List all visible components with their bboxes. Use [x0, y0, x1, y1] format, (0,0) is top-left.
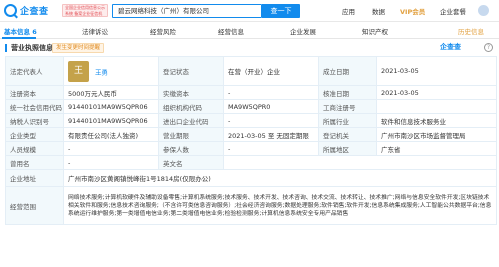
- tab-basic-info[interactable]: 基本信息 6: [4, 26, 37, 36]
- tab-development[interactable]: 企业发展: [290, 26, 316, 36]
- legal-rep-cell[interactable]: 王王勇: [63, 56, 159, 86]
- scope-text: 网络技术服务;计算机软硬件及辅助设备零售;计算机系统服务;技术服务、技术开发、技…: [68, 194, 492, 217]
- nav-apps[interactable]: 应用: [342, 6, 355, 16]
- industry-label: 所属行业: [318, 113, 377, 128]
- reg-capital-label: 注册资本: [5, 85, 64, 100]
- type-value: 有限责任公司(法人独资): [63, 127, 159, 142]
- tab-legal[interactable]: 法律诉讼: [82, 26, 108, 36]
- insured-value: -: [223, 141, 319, 156]
- search-button[interactable]: 查一下: [262, 4, 300, 18]
- imp-exp-label: 进出口企业代码: [158, 113, 224, 128]
- table-row: 人员规模 - 参保人数 - 所属地区 广东省: [5, 141, 497, 156]
- type-label: 企业类型: [5, 127, 64, 142]
- table-row: 纳税人识别号 91440101MA9W5QPR06 进出口企业代码 - 所属行业…: [5, 113, 497, 128]
- change-alert-tag[interactable]: 发生变更时间提醒: [52, 43, 105, 53]
- staff-label: 人员规模: [5, 141, 64, 156]
- tab-business-risk[interactable]: 经营风险: [150, 26, 176, 36]
- term-label: 营业期限: [158, 127, 224, 142]
- active-tab-indicator: [2, 37, 36, 39]
- status-value: 在营（开业）企业: [223, 56, 319, 86]
- english-name-label: 英文名: [158, 155, 224, 170]
- nav-enterprise-plan[interactable]: 企业套餐: [440, 6, 466, 16]
- nav-vip[interactable]: VIP会员: [400, 6, 425, 16]
- reg-capital-value: 5000万元人民币: [63, 85, 159, 100]
- table-row: 企业地址 广州市南沙区黄阁镇悦峰街1号1814房(仅限办公): [5, 169, 497, 187]
- address-value[interactable]: 广州市南沙区黄阁镇悦峰街1号1814房(仅限办公): [63, 169, 497, 187]
- org-code-label: 组织机构代码: [158, 99, 224, 114]
- founded-label: 成立日期: [318, 56, 377, 86]
- approval-label: 核准日期: [318, 85, 377, 100]
- table-row: 企业类型 有限责任公司(法人独资) 营业期限 2021-03-05 至 无固定期…: [5, 127, 497, 142]
- table-row: 经营范围 网络技术服务;计算机软硬件及辅助设备零售;计算机系统服务;技术服务、技…: [5, 186, 497, 225]
- former-name-label: 曾用名: [5, 155, 64, 170]
- site-logo[interactable]: 企查查: [4, 3, 49, 18]
- usci-label: 统一社会信用代码: [5, 99, 64, 114]
- table-row: 曾用名 - 英文名: [5, 155, 497, 170]
- section-watermark-logo: 企查查: [440, 43, 461, 51]
- logo-magnifier-icon: [4, 4, 17, 17]
- user-avatar[interactable]: [478, 5, 489, 16]
- help-icon[interactable]: ?: [484, 43, 493, 52]
- authority-value: 广州市南沙区市场监督管理局: [376, 127, 497, 142]
- business-license-table: 法定代表人 王王勇 登记状态 在营（开业）企业 成立日期 2021-03-05 …: [5, 56, 497, 225]
- top-bar: 企查查 全国企业信用信息公示系统 备案企业征信机构 碧云网络科技（广州）有限公司…: [0, 0, 499, 22]
- bizreg-label: 工商注册号: [318, 99, 377, 114]
- table-row: 统一社会信用代码 91440101MA9W5QPR06 组织机构代码 MA9W5…: [5, 99, 497, 114]
- bizreg-value: [376, 99, 497, 114]
- scope-label: 经营范围: [5, 186, 64, 225]
- org-code-value: MA9W5QPR0: [223, 99, 319, 114]
- nav-data[interactable]: 数据: [372, 6, 385, 16]
- term-value: 2021-03-05 至 无固定期限: [223, 127, 319, 142]
- region-label: 所属地区: [318, 141, 377, 156]
- tab-bar: 基本信息 6 法律诉讼 经营风险 经营信息 企业发展 知识产权 历史信息: [0, 23, 499, 39]
- paid-capital-label: 实缴资本: [158, 85, 224, 100]
- founded-value: 2021-03-05: [376, 56, 497, 86]
- imp-exp-value: -: [223, 113, 319, 128]
- approval-value: 2021-03-05: [376, 85, 497, 100]
- usci-value: 91440101MA9W5QPR06: [63, 99, 159, 114]
- former-name-value: -: [63, 155, 159, 170]
- tab-business-info[interactable]: 经营信息: [218, 26, 244, 36]
- legal-rep-avatar: 王: [68, 60, 89, 82]
- table-row: 法定代表人 王王勇 登记状态 在营（开业）企业 成立日期 2021-03-05: [5, 56, 497, 86]
- legal-rep-name[interactable]: 王勇: [95, 68, 108, 76]
- english-name-value: [223, 155, 497, 170]
- paid-capital-value: -: [223, 85, 319, 100]
- table-row: 注册资本 5000万元人民币 实缴资本 - 核准日期 2021-03-05: [5, 85, 497, 100]
- tab-ip[interactable]: 知识产权: [362, 26, 388, 36]
- logo-text: 企查查: [20, 7, 49, 17]
- taxid-value: 91440101MA9W5QPR06: [63, 113, 159, 128]
- tab-history[interactable]: 历史信息: [458, 26, 484, 36]
- legal-rep-label: 法定代表人: [5, 56, 64, 86]
- address-label: 企业地址: [5, 169, 64, 187]
- search-input[interactable]: 碧云网络科技（广州）有限公司: [112, 4, 262, 18]
- staff-value: -: [63, 141, 159, 156]
- insured-label: 参保人数: [158, 141, 224, 156]
- industry-value: 软件和信息技术服务业: [376, 113, 497, 128]
- region-value: 广东省: [376, 141, 497, 156]
- certification-badge: 全国企业信用信息公示系统 备案企业征信机构: [62, 4, 108, 17]
- status-label: 登记状态: [158, 56, 224, 86]
- taxid-label: 纳税人识别号: [5, 113, 64, 128]
- scope-value: 网络技术服务;计算机软硬件及辅助设备零售;计算机系统服务;技术服务、技术开发、技…: [63, 186, 497, 225]
- section-title: 营业执照信息: [5, 44, 53, 52]
- authority-label: 登记机关: [318, 127, 377, 142]
